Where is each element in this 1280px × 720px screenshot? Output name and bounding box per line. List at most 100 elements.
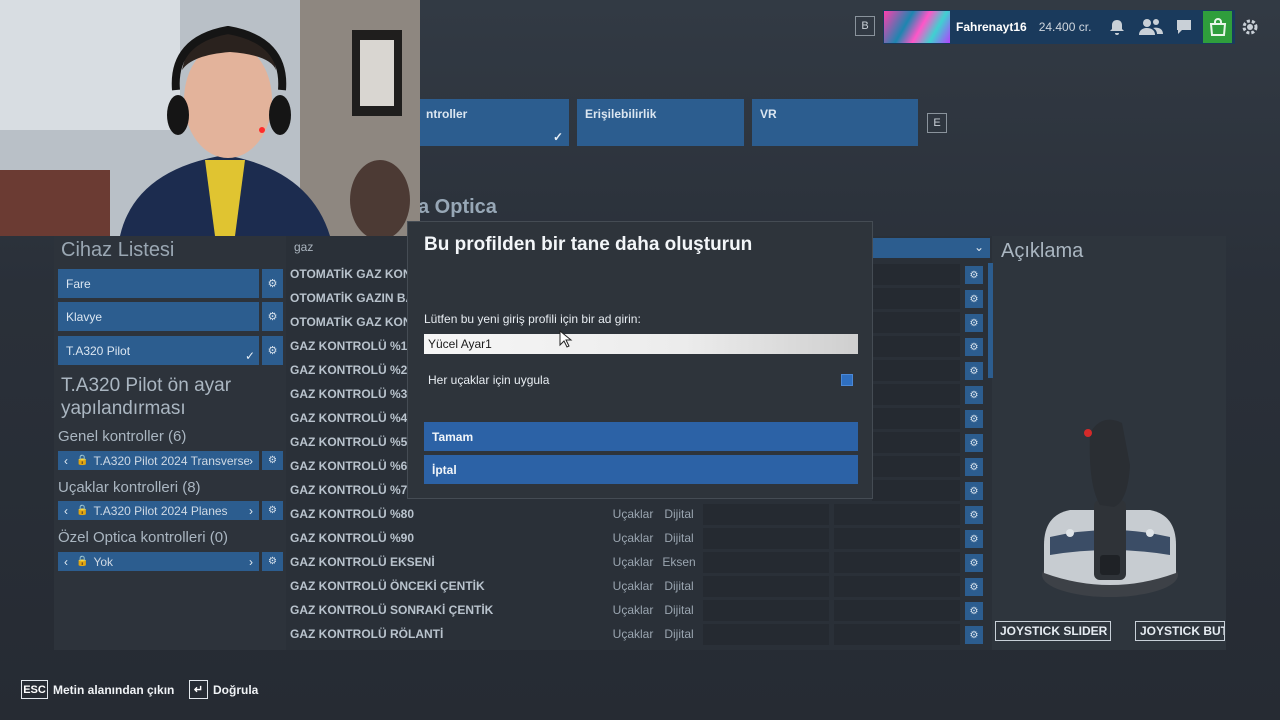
binding-input-slot[interactable]: [872, 384, 960, 405]
binding-input-slot[interactable]: [872, 360, 960, 381]
row-gear-icon[interactable]: ⚙: [965, 578, 983, 596]
binding-row-name[interactable]: GAZ KONTROLÜ EKSENİ: [290, 555, 590, 569]
binding-input-slot[interactable]: [872, 312, 960, 333]
binding-type: Dijital: [664, 603, 694, 617]
tab-vr[interactable]: VR: [752, 99, 918, 146]
binding-category: Uçaklar: [612, 579, 654, 593]
device-ta320-pilot[interactable]: T.A320 Pilot ✓: [58, 336, 259, 365]
binding-input-slot[interactable]: [703, 576, 829, 597]
group-gear-icon[interactable]: ⚙: [262, 552, 283, 571]
binding-input-slot[interactable]: [872, 480, 960, 501]
exit-text-field-hint[interactable]: Metin alanından çıkın: [53, 683, 174, 697]
chevron-right-icon[interactable]: ›: [249, 504, 253, 518]
binding-input-slot[interactable]: [834, 576, 960, 597]
row-gear-icon[interactable]: ⚙: [965, 290, 983, 308]
tab-label: ntroller: [426, 107, 468, 121]
row-gear-icon[interactable]: ⚙: [965, 530, 983, 548]
group-gear-icon[interactable]: ⚙: [262, 451, 283, 470]
binding-input-slot[interactable]: [872, 432, 960, 453]
friends-icon[interactable]: [1136, 14, 1166, 40]
binding-input-slot[interactable]: [834, 624, 960, 645]
row-gear-icon[interactable]: ⚙: [965, 458, 983, 476]
chevron-right-icon[interactable]: ›: [249, 555, 253, 569]
chevron-left-icon[interactable]: ‹: [64, 555, 68, 569]
binding-category: Uçaklar: [612, 555, 654, 569]
select-value: Yok: [93, 554, 114, 569]
device-settings-gear-icon[interactable]: ⚙: [262, 336, 283, 365]
binding-row-name[interactable]: GAZ KONTROLÜ ÖNCEKİ ÇENTİK: [290, 579, 590, 593]
group-general-select[interactable]: ‹ 🔒 T.A320 Pilot 2024 Transverse ›: [58, 451, 259, 470]
cancel-button[interactable]: İptal: [424, 455, 858, 484]
group-planes-select[interactable]: ‹ 🔒 T.A320 Pilot 2024 Planes ›: [58, 501, 259, 520]
chevron-left-icon[interactable]: ‹: [64, 504, 68, 518]
row-gear-icon[interactable]: ⚙: [965, 554, 983, 572]
row-gear-icon[interactable]: ⚙: [965, 626, 983, 644]
binding-input-slot[interactable]: [703, 528, 829, 549]
binding-row-name[interactable]: GAZ KONTROLÜ %80: [290, 507, 590, 521]
binding-row-name[interactable]: OTOMATİK GAZIN BA: [290, 291, 408, 305]
joystick-button[interactable]: JOYSTICK BUTT: [1135, 621, 1225, 641]
group-planes-label: Uçaklar kontrolleri (8): [58, 479, 201, 496]
confirm-hint[interactable]: Doğrula: [213, 683, 258, 697]
apply-all-checkbox[interactable]: [841, 374, 853, 386]
row-gear-icon[interactable]: ⚙: [965, 386, 983, 404]
binding-input-slot[interactable]: [872, 408, 960, 429]
binding-input-slot[interactable]: [834, 504, 960, 525]
joystick-slider-button[interactable]: JOYSTICK SLIDER X+: [995, 621, 1111, 641]
binding-row-name[interactable]: OTOMATİK GAZ KONT: [290, 315, 408, 329]
row-gear-icon[interactable]: ⚙: [965, 506, 983, 524]
row-gear-icon[interactable]: ⚙: [965, 434, 983, 452]
dialog-prompt: Lütfen bu yeni giriş profili için bir ad…: [424, 312, 641, 326]
lock-icon: 🔒: [76, 505, 89, 516]
scrollbar[interactable]: [988, 263, 993, 378]
binding-input-slot[interactable]: [834, 528, 960, 549]
check-icon: ✓: [244, 349, 255, 363]
search-input[interactable]: gaz: [288, 238, 418, 258]
row-gear-icon[interactable]: ⚙: [965, 314, 983, 332]
group-gear-icon[interactable]: ⚙: [262, 501, 283, 520]
chevron-right-icon[interactable]: ›: [249, 454, 253, 468]
filter-dropdown[interactable]: ⌄: [872, 238, 990, 258]
row-gear-icon[interactable]: ⚙: [965, 482, 983, 500]
binding-type: Dijital: [664, 531, 694, 545]
device-keyboard[interactable]: Klavye: [58, 302, 259, 331]
binding-input-slot[interactable]: [703, 504, 829, 525]
group-optica-select[interactable]: ‹ 🔒 Yok ›: [58, 552, 259, 571]
device-settings-gear-icon[interactable]: ⚙: [262, 269, 283, 298]
device-settings-gear-icon[interactable]: ⚙: [262, 302, 283, 331]
chevron-left-icon[interactable]: ‹: [64, 454, 68, 468]
tab-controls[interactable]: ntroller ✓: [418, 99, 569, 146]
tab-accessibility[interactable]: Erişilebilirlik: [577, 99, 744, 146]
shop-icon[interactable]: [1203, 11, 1232, 43]
binding-input-slot[interactable]: [703, 600, 829, 621]
row-gear-icon[interactable]: ⚙: [965, 266, 983, 284]
username: Fahrenayt16: [956, 20, 1027, 34]
button-label: İptal: [432, 462, 457, 477]
row-gear-icon[interactable]: ⚙: [965, 338, 983, 356]
gear-icon[interactable]: [1237, 14, 1263, 40]
row-gear-icon[interactable]: ⚙: [965, 410, 983, 428]
mouse-cursor-icon: [559, 329, 573, 353]
page-title: a Optica: [418, 196, 497, 218]
binding-row-name[interactable]: GAZ KONTROLÜ RÖLANTİ: [290, 627, 590, 641]
row-gear-icon[interactable]: ⚙: [965, 602, 983, 620]
binding-input-slot[interactable]: [703, 552, 829, 573]
binding-category: Uçaklar: [612, 603, 654, 617]
binding-type: Dijital: [664, 627, 694, 641]
ok-button[interactable]: Tamam: [424, 422, 858, 451]
binding-input-slot[interactable]: [703, 624, 829, 645]
binding-row-name[interactable]: GAZ KONTROLÜ %90: [290, 531, 590, 545]
binding-row-name[interactable]: GAZ KONTROLÜ SONRAKİ ÇENTİK: [290, 603, 590, 617]
device-mouse[interactable]: Fare: [58, 269, 259, 298]
chat-icon[interactable]: [1171, 14, 1197, 40]
binding-input-slot[interactable]: [834, 552, 960, 573]
binding-input-slot[interactable]: [872, 456, 960, 477]
binding-row-name[interactable]: OTOMATİK GAZ KONT: [290, 267, 408, 281]
row-gear-icon[interactable]: ⚙: [965, 362, 983, 380]
binding-input-slot[interactable]: [872, 288, 960, 309]
profile-name-input[interactable]: [424, 334, 858, 354]
binding-input-slot[interactable]: [872, 336, 960, 357]
binding-input-slot[interactable]: [872, 264, 960, 285]
bell-icon[interactable]: [1104, 14, 1130, 40]
binding-input-slot[interactable]: [834, 600, 960, 621]
